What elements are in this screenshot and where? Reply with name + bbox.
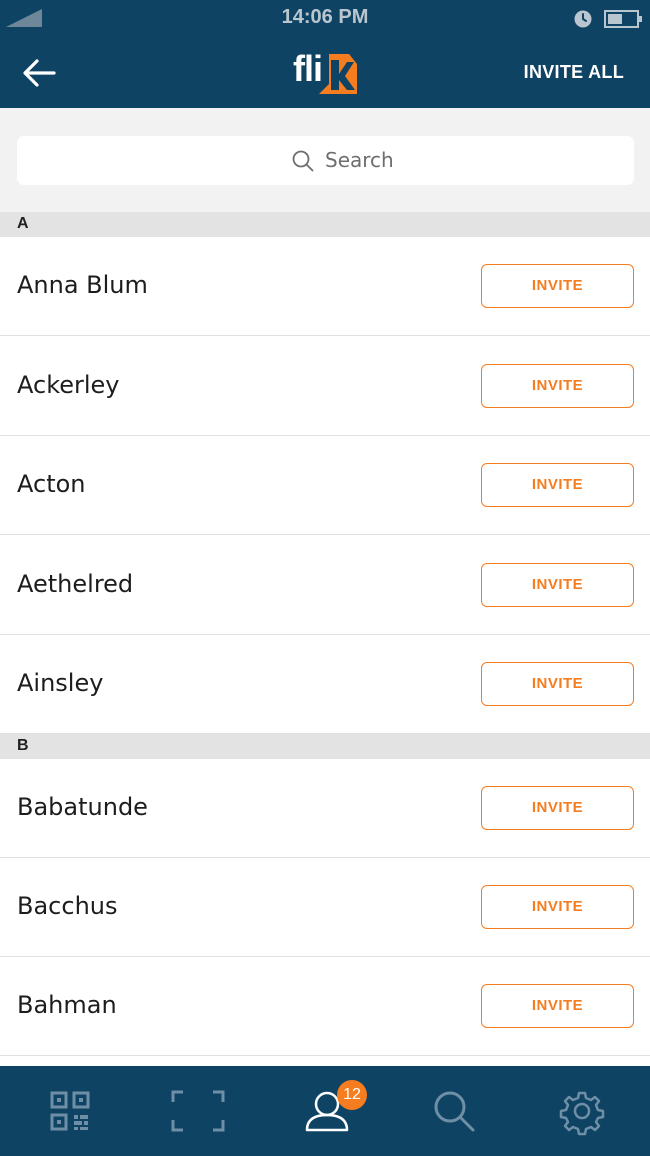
nav-settings[interactable] [532,1066,632,1156]
contact-name: Acton [17,470,86,498]
invite-button[interactable]: INVITE [481,463,634,507]
invite-button[interactable]: INVITE [481,662,634,706]
contact-row: Aethelred INVITE [0,536,650,635]
app-header: 14:06 PM fli INVITE ALL [0,0,650,108]
contact-name: Ainsley [17,669,104,697]
search-input[interactable] [325,146,525,174]
status-bar: 14:06 PM [0,0,650,36]
search-icon [434,1091,475,1132]
search-area [0,108,650,212]
invite-button[interactable]: INVITE [481,984,634,1028]
contact-row: Ainsley INVITE [0,635,650,734]
bottom-nav [0,1066,650,1156]
flik-logo: fli [293,48,359,96]
invite-button[interactable]: INVITE [481,786,634,830]
scan-frame-icon [171,1090,225,1132]
contact-name: Ackerley [17,371,120,399]
search-icon [292,150,314,172]
search-box[interactable] [17,136,634,185]
contact-name: Bahman [17,991,117,1019]
section-letter: B [17,737,29,754]
qr-code-icon [50,1091,90,1131]
contact-row: Anna Blum INVITE [0,237,650,336]
contact-name: Anna Blum [17,271,148,299]
section-letter: A [17,215,29,232]
nav-search[interactable] [404,1066,504,1156]
invite-button[interactable]: INVITE [481,563,634,607]
invite-all-button[interactable]: INVITE ALL [524,62,624,83]
battery-icon [604,10,642,28]
nav-qr-code[interactable] [20,1066,120,1156]
nav-contacts[interactable] [277,1066,377,1156]
contact-name: Bacchus [17,892,118,920]
contacts-icon [305,1091,349,1132]
contact-name: Aethelred [17,570,134,598]
back-button[interactable] [20,56,62,90]
nav-scan[interactable] [148,1066,248,1156]
contact-name: Babatunde [17,793,148,821]
alarm-clock-icon [574,10,592,28]
contact-row: Bacchus INVITE [0,858,650,957]
arrow-left-icon [23,59,56,87]
notification-badge: 12 [337,1080,367,1110]
invite-button[interactable]: INVITE [481,885,634,929]
contact-row: Bahman INVITE [0,957,650,1056]
settings-gear-icon [559,1091,605,1136]
logo-text: fli [293,48,323,89]
section-header-b: B [0,734,650,759]
invite-button[interactable]: INVITE [481,264,634,308]
section-header-a: A [0,212,650,237]
contact-row: Babatunde INVITE [0,759,650,858]
status-time: 14:06 PM [281,6,369,28]
contact-row: Ackerley INVITE [0,337,650,436]
invite-button[interactable]: INVITE [481,364,634,408]
contact-row: Acton INVITE [0,436,650,535]
